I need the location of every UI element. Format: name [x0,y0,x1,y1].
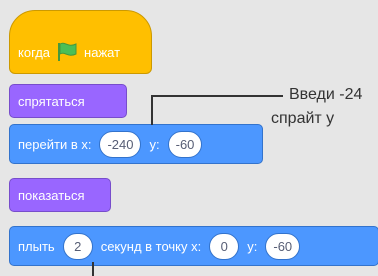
glide-label: плыть [18,238,55,254]
callout-line-horizontal [151,95,283,97]
glide-mid-label: секунд в точку x: [100,238,202,254]
when-flag-clicked-block[interactable]: когда нажат [9,10,152,74]
when-flag-prefix: когда [18,44,51,60]
glide-block[interactable]: плыть 2 секунд в точку x: 0 y: -60 [9,226,378,266]
hide-block[interactable]: спрятаться [9,84,127,118]
go-to-label: перейти в x: [18,136,92,152]
annotation-line-1: Введи -24 [289,86,363,103]
show-label: показаться [18,187,85,203]
go-to-y-label: y: [149,136,160,152]
when-flag-suffix: нажат [84,44,121,60]
annotation-line-2: спрайт у [271,110,335,127]
go-to-y-input[interactable]: -60 [167,130,203,158]
go-to-xy-block[interactable]: перейти в x: -240 y: -60 [9,124,263,164]
glide-seconds-input[interactable]: 2 [62,232,93,260]
glide-x-input[interactable]: 0 [209,232,240,260]
callout-line-vertical [151,95,153,125]
glide-y-input[interactable]: -60 [265,232,301,260]
callout-line-lower [92,262,94,276]
hide-label: спрятаться [18,93,85,109]
green-flag-icon [58,42,77,61]
glide-y-label: y: [247,238,258,254]
show-block[interactable]: показаться [9,178,111,212]
go-to-x-input[interactable]: -240 [99,130,142,158]
